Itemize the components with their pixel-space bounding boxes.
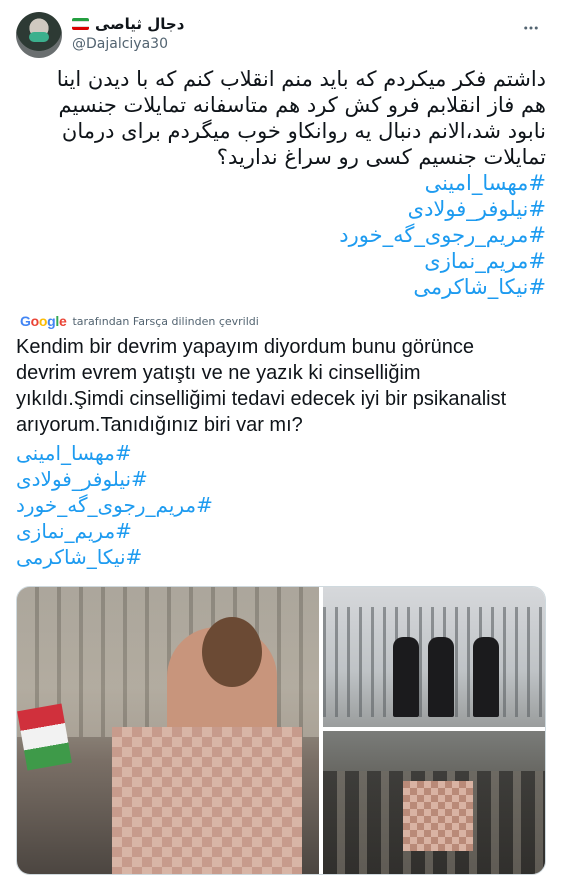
avatar[interactable] xyxy=(16,12,62,58)
media-grid xyxy=(16,586,546,875)
hashtag-link[interactable]: #نیکا_شاکرمی xyxy=(16,544,316,570)
hashtag-link[interactable]: #نیلوفر_فولادی xyxy=(18,196,546,222)
hashtag-link[interactable]: #نیلوفر_فولادی xyxy=(16,466,316,492)
iran-flag-icon xyxy=(72,18,89,30)
hashtag-link[interactable]: #مریم_نمازی xyxy=(16,518,316,544)
translated-text: Kendim bir devrim yapayım diyordum bunu … xyxy=(16,334,546,438)
translation-attribution[interactable]: Google tarafından Farsça dilinden çevril… xyxy=(20,313,259,329)
more-options-button[interactable] xyxy=(517,14,545,42)
hashtag-link[interactable]: #نیکا_شاکرمی xyxy=(18,274,546,300)
tweet-line: هم فاز انقلابم فرو کش کرد هم متاسفانه تم… xyxy=(58,93,546,117)
translated-hashtags: #مهسا_امینی #نیلوفر_فولادی #مریم_رجوی_گه… xyxy=(16,440,316,570)
translated-line: yıkıldı.Şimdi cinselliğimi tedavi edecek… xyxy=(16,388,507,410)
media-photo-top-right[interactable] xyxy=(323,587,545,727)
hashtag-link[interactable]: #مهسا_امینی xyxy=(16,440,316,466)
hashtag-link[interactable]: #مریم_رجوی_گه_خورد xyxy=(18,222,546,248)
hashtag-link[interactable]: #مهسا_امینی xyxy=(18,170,546,196)
hashtag-link[interactable]: #مریم_رجوی_گه_خورد xyxy=(16,492,316,518)
tweet-line: داشتم فکر میکردم که باید منم انقلاب کنم … xyxy=(56,67,546,91)
media-photo-left[interactable] xyxy=(17,587,319,874)
hashtag-link[interactable]: #مریم_نمازی xyxy=(18,248,546,274)
more-horizontal-icon xyxy=(524,26,538,30)
translated-line: arıyorum.Tanıdığınız biri var mı? xyxy=(16,414,303,436)
tweet-header: دجال ثیاصی @Dajalciya30 xyxy=(16,12,545,60)
translated-line: Kendim bir devrim yapayım diyordum bunu … xyxy=(16,336,474,358)
tweet-line: تمایلات جنسیم کسی رو سراغ ندارید؟ xyxy=(216,145,546,169)
tweet-text-persian: داشتم فکر میکردم که باید منم انقلاب کنم … xyxy=(18,66,546,300)
display-name[interactable]: دجال ثیاصی xyxy=(95,15,184,33)
user-handle[interactable]: @Dajalciya30 xyxy=(72,36,168,52)
tweet-line: نابود شد،الانم دنبال یه روانکاو خوب میگر… xyxy=(61,119,546,143)
google-logo: Google xyxy=(20,313,67,329)
translation-note: tarafından Farsça dilinden çevrildi xyxy=(72,314,259,328)
name-row: دجال ثیاصی xyxy=(72,15,184,33)
media-photo-bottom-right[interactable] xyxy=(323,731,545,874)
translated-line: devrim evrem yatıştı ve ne yazık ki cins… xyxy=(16,362,421,384)
